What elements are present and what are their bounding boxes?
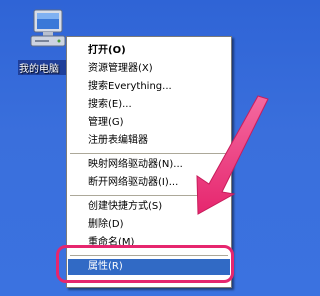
annotation-arrow: [196, 95, 269, 215]
arrow-shape: [196, 95, 269, 215]
